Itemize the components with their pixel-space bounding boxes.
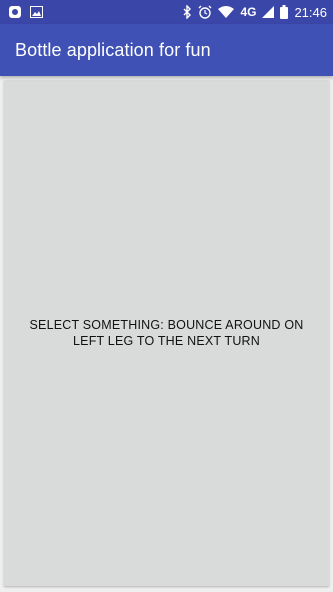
status-left-group xyxy=(8,5,43,19)
app-title: Bottle application for fun xyxy=(15,39,211,60)
app-bar: Bottle application for fun xyxy=(0,24,333,76)
bluetooth-icon xyxy=(183,5,192,19)
alarm-icon xyxy=(198,5,212,19)
notification-app-icon xyxy=(8,5,22,19)
battery-icon xyxy=(280,5,289,19)
image-icon xyxy=(30,6,43,18)
wifi-icon xyxy=(218,6,235,18)
network-type-label: 4G xyxy=(240,5,257,19)
cell-signal-icon xyxy=(262,6,275,18)
status-time: 21:46 xyxy=(294,4,327,20)
status-bar: 4G 21:46 xyxy=(0,0,333,24)
status-right-group: 4G 21:46 xyxy=(183,5,327,20)
content-panel[interactable]: SELECT SOMETHING: BOUNCE AROUND ON LEFT … xyxy=(4,80,329,586)
instruction-text: SELECT SOMETHING: BOUNCE AROUND ON LEFT … xyxy=(29,318,304,348)
